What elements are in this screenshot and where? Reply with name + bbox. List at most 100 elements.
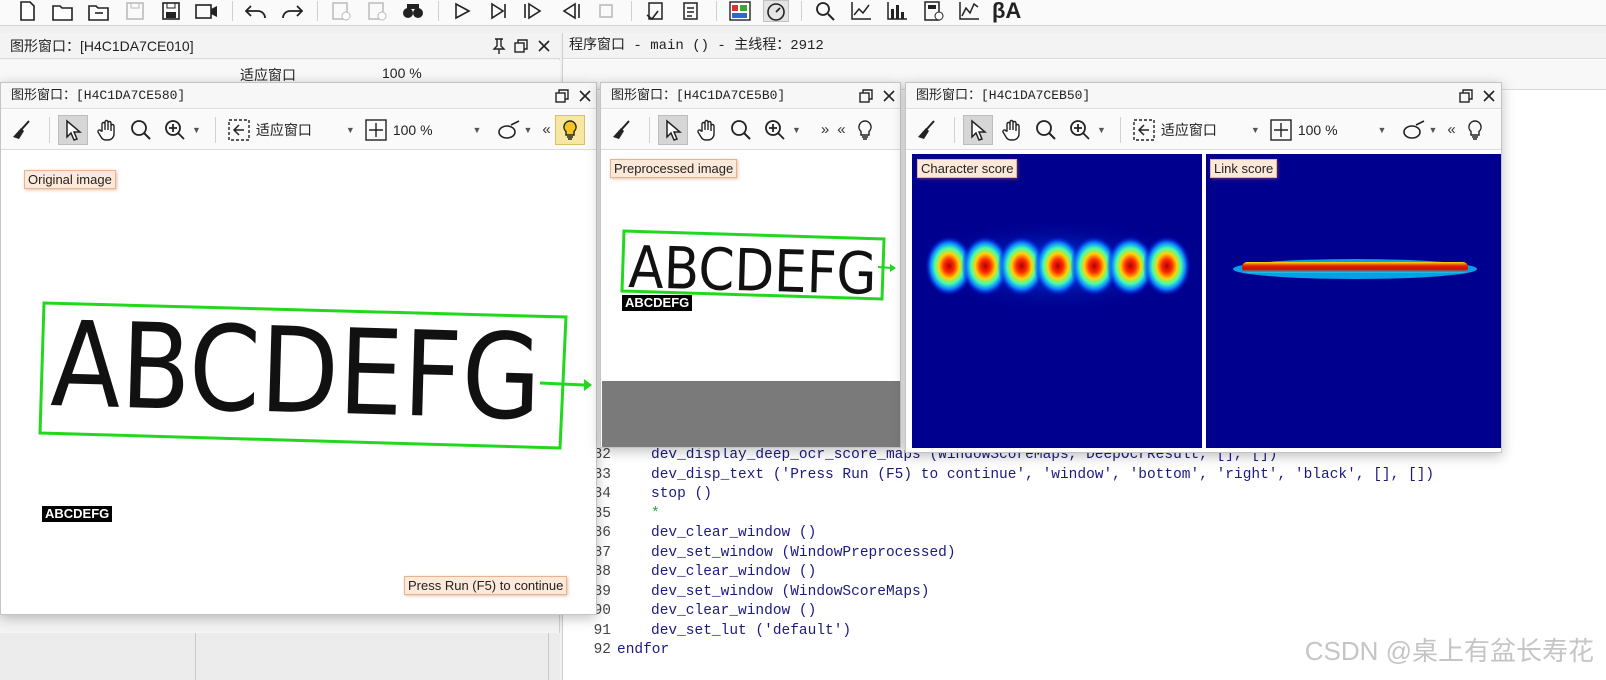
chevron-down-icon[interactable]: ▼ [473, 125, 482, 135]
step-into-icon[interactable] [485, 0, 511, 22]
code-line[interactable]: 92 endfor [563, 641, 670, 661]
code-line[interactable]: 90 dev_clear_window () [563, 602, 817, 622]
graphics-toolbar: ▼ 适应窗口 ▼ 100 % ▼ ▼ « [1, 110, 596, 150]
code-text: dev_set_window (WindowScoreMaps) [651, 583, 930, 600]
clear-broom-icon[interactable] [7, 115, 37, 145]
undo-icon[interactable] [243, 0, 269, 22]
save-all-icon[interactable] [158, 0, 184, 22]
draw-shape-icon[interactable] [1400, 115, 1430, 145]
chevron-down-icon[interactable]: ▼ [1097, 125, 1106, 135]
hand-pan-icon[interactable] [692, 115, 722, 145]
magnifier-icon[interactable] [726, 115, 756, 145]
clear-broom-icon[interactable] [912, 115, 942, 145]
dev-window-icon[interactable] [727, 0, 753, 22]
zoom-label[interactable]: 100 % [1298, 122, 1338, 138]
magnifier-icon[interactable] [126, 115, 156, 145]
code-line[interactable]: 89 dev_set_window (WindowScoreMaps) [563, 583, 930, 603]
pin-icon[interactable] [492, 38, 506, 54]
chevron-down-icon[interactable]: ▼ [792, 125, 801, 135]
lightbulb-icon[interactable] [1460, 115, 1490, 145]
open-folder-icon[interactable] [50, 0, 76, 22]
collapse-toolbar-icon[interactable]: « [833, 121, 849, 138]
restore-icon[interactable] [1459, 89, 1473, 103]
image-canvas[interactable]: Preprocessed image ABCDEFG ABCDEFG [602, 151, 900, 447]
profile-icon[interactable] [956, 0, 982, 22]
code-text: dev_set_lut ('default') [651, 622, 852, 639]
lightbulb-icon[interactable] [850, 115, 880, 145]
graphics-window-preprocessed: 图形窗口：[H4C1DA7CE5B0] ▼ » « Preprocessed i… [600, 82, 901, 448]
run-icon[interactable] [449, 0, 475, 22]
restore-icon[interactable] [514, 39, 528, 53]
code-line[interactable]: 88 dev_clear_window () [563, 563, 817, 583]
draw-shape-icon[interactable] [495, 115, 525, 145]
chevron-down-icon[interactable]: ▼ [1378, 125, 1387, 135]
code-text: endfor [617, 642, 670, 658]
fit-window-icon[interactable] [1129, 115, 1159, 145]
fit-window-label[interactable]: 适应窗口 [1161, 120, 1217, 140]
zoom-in-icon[interactable] [760, 115, 790, 145]
fit-window-label[interactable]: 适应窗口 [256, 120, 312, 140]
code-line[interactable]: 86 dev_clear_window () [563, 524, 817, 544]
chevron-down-icon[interactable]: ▼ [523, 125, 532, 135]
close-icon[interactable] [537, 39, 551, 53]
code-line[interactable]: 91 dev_set_lut ('default') [563, 622, 852, 642]
hand-pan-icon[interactable] [997, 115, 1027, 145]
timing-icon[interactable] [763, 0, 789, 22]
fit-window-icon[interactable] [224, 115, 254, 145]
collapse-toolbar-icon[interactable]: « [538, 121, 554, 138]
continue-tag: Press Run (F5) to continue [404, 576, 568, 595]
expand-toolbar-icon[interactable]: » [817, 121, 833, 138]
record-icon[interactable] [194, 0, 220, 22]
close-icon[interactable] [578, 89, 592, 103]
chevron-down-icon[interactable]: ▼ [1428, 125, 1437, 135]
close-icon[interactable] [882, 89, 896, 103]
lightbulb-icon[interactable] [554, 114, 585, 145]
chart-icon[interactable] [848, 0, 874, 22]
zoom-label[interactable]: 100 % [393, 122, 433, 138]
calc-icon[interactable] [920, 0, 946, 22]
find-icon[interactable] [812, 0, 838, 22]
step-out-icon[interactable] [557, 0, 583, 22]
pointer-icon[interactable] [658, 114, 688, 145]
pointer-icon[interactable] [58, 114, 88, 145]
hand-pan-icon[interactable] [92, 115, 122, 145]
zoom-label[interactable]: 100 % [382, 65, 422, 81]
deactivate-icon[interactable] [678, 0, 704, 22]
magnifier-icon[interactable] [1031, 115, 1061, 145]
step-over-icon[interactable] [521, 0, 547, 22]
activate-icon[interactable] [642, 0, 668, 22]
chevron-down-icon[interactable]: ▼ [192, 125, 201, 135]
image-canvas[interactable]: Original image ABCDEFG ABCDEFG Press Run… [2, 151, 596, 614]
chevron-down-icon[interactable]: ▼ [1251, 125, 1260, 135]
restore-icon[interactable] [555, 89, 569, 103]
watermark: CSDN @桌上有盆长寿花 [1304, 636, 1594, 666]
pointer-icon[interactable] [963, 114, 993, 145]
clear-broom-icon[interactable] [607, 115, 637, 145]
image-canvas[interactable]: Character score Link score [907, 151, 1501, 452]
zoom-percent-icon[interactable] [361, 115, 391, 145]
inspect-icon[interactable] [400, 0, 426, 22]
stop-icon[interactable] [593, 0, 619, 22]
zoom-in-icon[interactable] [160, 115, 190, 145]
feature-inspection-label[interactable]: βA [992, 0, 1021, 22]
redo-icon[interactable] [279, 0, 305, 22]
collapse-toolbar-icon[interactable]: « [1443, 121, 1459, 138]
docked-window-footer [0, 633, 560, 680]
code-line[interactable]: 87 dev_set_window (WindowPreprocessed) [563, 544, 956, 564]
graphics-window-original: 图形窗口：[H4C1DA7CE580] ▼ 适应窗口 ▼ 100 % ▼ ▼ «… [0, 82, 597, 615]
restore-icon[interactable] [859, 89, 873, 103]
comment-disabled-icon[interactable] [328, 0, 354, 22]
code-line[interactable]: 83 dev_disp_text ('Press Run (F5) to cont… [563, 466, 1435, 486]
toolbar-separator [214, 116, 216, 143]
zoom-in-icon[interactable] [1065, 115, 1095, 145]
graphics-toolbar: ▼ » « [601, 110, 900, 150]
open-recent-icon[interactable] [86, 0, 112, 22]
close-icon[interactable] [1482, 89, 1496, 103]
histogram-icon[interactable] [884, 0, 910, 22]
new-file-icon[interactable] [14, 0, 40, 22]
zoom-percent-icon[interactable] [1266, 115, 1296, 145]
save-disabled-icon[interactable] [122, 0, 148, 22]
chevron-down-icon[interactable]: ▼ [346, 125, 355, 135]
docked-window-title: 图形窗口：[H4C1DA7CE010] [0, 33, 560, 59]
uncomment-disabled-icon[interactable] [364, 0, 390, 22]
